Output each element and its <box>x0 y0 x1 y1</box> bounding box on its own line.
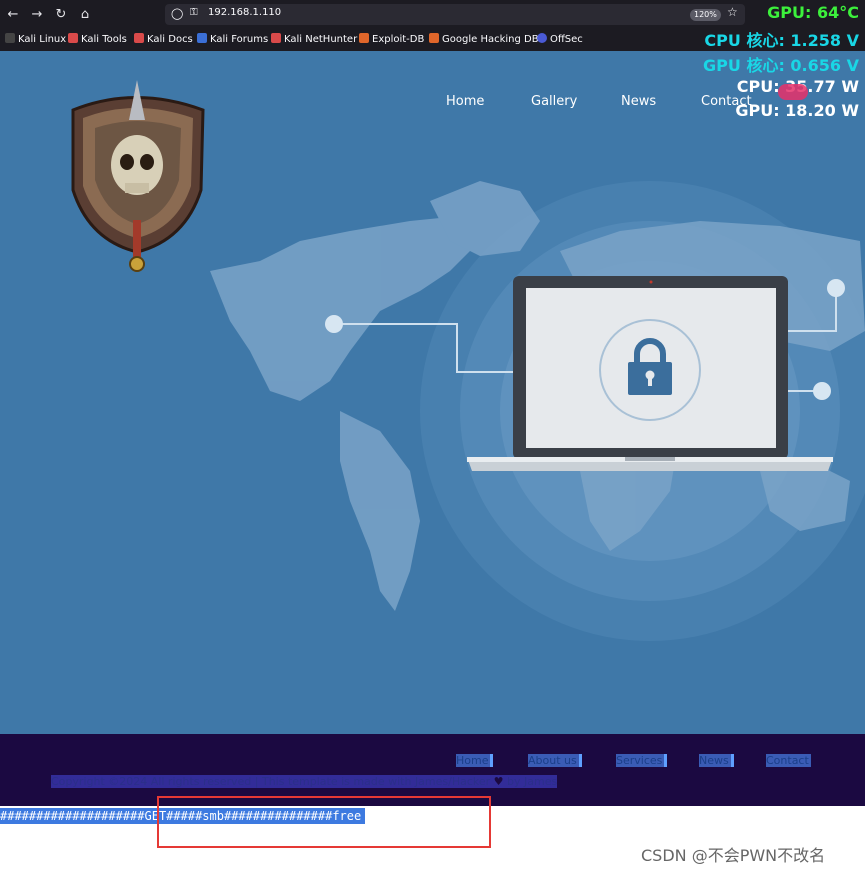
zoom-badge[interactable]: 120% <box>690 9 721 21</box>
gpu-temp-readout: GPU: 64°C <box>767 3 859 22</box>
exploit-db-icon <box>359 33 369 43</box>
ghdb-icon <box>429 33 439 43</box>
bookmark-kali-nethunter[interactable]: Kali NetHunter <box>271 33 357 45</box>
footer-link-about[interactable]: About us <box>528 754 582 767</box>
cpu-voltage-readout: CPU 核心: 1.258 V <box>704 31 859 50</box>
footer-link-contact[interactable]: Contact <box>766 754 811 767</box>
url-text[interactable]: 192.168.1.110 <box>208 7 281 18</box>
shield-icon[interactable]: ◯ <box>171 7 183 20</box>
kali-forums-icon <box>197 33 207 43</box>
bookmark-kali-forums[interactable]: Kali Forums <box>197 33 268 45</box>
back-icon[interactable]: ← <box>4 6 22 24</box>
csdn-watermark: CSDN @不会PWN不改名 <box>641 846 826 865</box>
bookmark-kali-tools[interactable]: Kali Tools <box>68 33 127 45</box>
insecure-lock-icon[interactable]: ⚿ <box>190 7 198 18</box>
footer-link-home[interactable]: Home <box>456 754 494 767</box>
address-bar[interactable]: ◯ ⚿ 192.168.1.110 120% ☆ <box>165 4 745 25</box>
nethunter-icon <box>271 33 281 43</box>
bookmark-exploit-db[interactable]: Exploit-DB <box>359 33 424 45</box>
nav-home[interactable]: Home <box>446 94 484 109</box>
forward-icon[interactable]: → <box>28 6 46 24</box>
bookmark-kali-docs[interactable]: Kali Docs <box>134 33 193 45</box>
home-icon[interactable]: ⌂ <box>76 6 94 24</box>
copyright-text: Copyright ©2024 All rights reserved | Th… <box>51 775 558 788</box>
reload-icon[interactable]: ↻ <box>52 6 70 24</box>
annotation-red-box <box>157 796 491 848</box>
footer-link-services[interactable]: Services <box>616 754 668 767</box>
bookmark-ghdb[interactable]: Google Hacking DB <box>429 33 539 45</box>
skull-shield-logo <box>71 80 205 272</box>
gpu-voltage-readout: GPU 核心: 0.656 V <box>703 56 859 75</box>
kali-tools-icon <box>68 33 78 43</box>
nav-gallery[interactable]: Gallery <box>531 94 577 109</box>
heart-icon: ♥ <box>493 775 504 788</box>
kali-icon <box>5 33 15 43</box>
kali-docs-icon <box>134 33 144 43</box>
offsec-icon <box>537 33 547 43</box>
bookmark-kali-linux[interactable]: Kali Linux <box>5 33 66 45</box>
gpu-power-readout: GPU: 18.20 W <box>735 101 859 120</box>
bookmark-offsec[interactable]: OffSec <box>537 33 583 45</box>
cursor-highlight <box>778 84 808 100</box>
hero-section: Home Gallery News Contact <box>0 51 865 734</box>
bookmark-star-icon[interactable]: ☆ <box>727 5 738 19</box>
nav-news[interactable]: News <box>621 94 656 109</box>
footer-link-news[interactable]: News <box>699 754 734 767</box>
